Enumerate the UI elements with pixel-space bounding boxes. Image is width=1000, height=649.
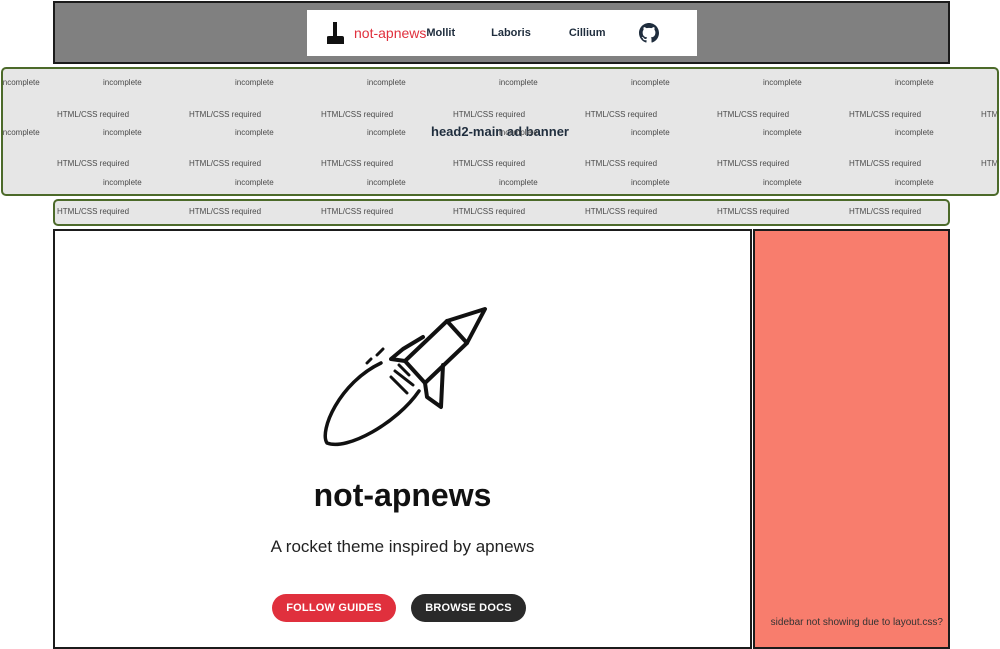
- ad-placeholder-text: HTML/CSS required: [585, 207, 658, 216]
- sidebar-note: sidebar not showing due to layout.css?: [770, 617, 943, 628]
- nav-link-mollit[interactable]: Mollit: [426, 27, 455, 39]
- ad-placeholder-text: HTML/CSS required: [57, 207, 130, 216]
- ad-placeholder-text: HTML/CSS required: [189, 159, 262, 168]
- site-header: not-apnews Mollit Laboris Cillium: [53, 1, 950, 64]
- ad-placeholder-text: HTML/CSS required: [321, 207, 394, 216]
- ad-placeholder-text: incomplete: [103, 128, 142, 137]
- nav-bar: not-apnews Mollit Laboris Cillium: [307, 10, 697, 56]
- ad-placeholder-text: incomplete: [499, 178, 538, 187]
- ad-placeholder-text: incomplete: [763, 178, 802, 187]
- ad-placeholder-text: incomplete: [763, 128, 802, 137]
- nav-link-laboris[interactable]: Laboris: [491, 27, 531, 39]
- ad-placeholder-text: HTML/CSS required: [981, 159, 999, 168]
- ad-placeholder-text: HTML/CSS required: [57, 159, 130, 168]
- rocket-illustration: [323, 307, 487, 447]
- ad-placeholder-text: HTML/CSS required: [321, 110, 394, 119]
- ad-placeholder-text: incomplete: [103, 178, 142, 187]
- ad-placeholder-text: incomplete: [499, 128, 538, 137]
- ad-placeholder-text: incomplete: [631, 178, 670, 187]
- ad-placeholder-text: incomplete: [367, 178, 406, 187]
- ad-placeholder-text: HTML/CSS required: [453, 110, 526, 119]
- ad-placeholder-text: HTML/CSS required: [717, 159, 790, 168]
- ad-placeholder-text: incomplete: [895, 128, 934, 137]
- ad-placeholder-text: incomplete: [367, 78, 406, 87]
- hero-title: not-apnews: [313, 477, 492, 513]
- github-icon[interactable]: [638, 23, 659, 43]
- ad-placeholder-text: HTML/CSS required: [849, 159, 922, 168]
- ad-placeholder-text: HTML/CSS required: [981, 110, 999, 119]
- ad-placeholder-text: HTML/CSS required: [453, 159, 526, 168]
- ad-placeholder-text: HTML/CSS required: [57, 110, 130, 119]
- hero-subtitle: A rocket theme inspired by apnews: [270, 537, 535, 556]
- ad-placeholder-text: incomplete: [763, 78, 802, 87]
- ad-placeholder-text: HTML/CSS required: [453, 207, 526, 216]
- ad-placeholder-text: HTML/CSS required: [189, 110, 262, 119]
- ad-placeholder-text: HTML/CSS required: [585, 159, 658, 168]
- ad-placeholder-text: HTML/CSS required: [585, 110, 658, 119]
- sidebar: sidebar not showing due to layout.css?: [753, 229, 950, 649]
- main-content: not-apnews A rocket theme inspired by ap…: [53, 229, 752, 649]
- ad-placeholder-text: HTML/CSS required: [189, 207, 262, 216]
- brand-link[interactable]: not-apnews: [327, 22, 426, 44]
- ad-placeholder-text: incomplete: [103, 78, 142, 87]
- ad-placeholder-text: HTML/CSS required: [849, 110, 922, 119]
- nav-link-cillium[interactable]: Cillium: [569, 27, 606, 39]
- ad-placeholder-text: incomplete: [1, 78, 40, 87]
- ad-placeholder-text: incomplete: [499, 78, 538, 87]
- boot-logo-icon: [327, 22, 344, 44]
- ad-placeholder-text: incomplete: [631, 128, 670, 137]
- main-ad-banner[interactable]: head2-main ad banner incomplete incomplet…: [1, 67, 999, 196]
- ad-placeholder-text: HTML/CSS required: [717, 110, 790, 119]
- ad-placeholder-text: HTML/CSS required: [717, 207, 790, 216]
- ad-placeholder-text: incomplete: [235, 78, 274, 87]
- ad-placeholder-text: incomplete: [235, 128, 274, 137]
- follow-guides-button[interactable]: FOLLOW GUIDES: [272, 594, 396, 622]
- ad-placeholder-text: incomplete: [235, 178, 274, 187]
- ad-placeholder-text: HTML/CSS required: [849, 207, 922, 216]
- ad-placeholder-text: incomplete: [367, 128, 406, 137]
- brand-name: not-apnews: [354, 25, 427, 41]
- ad-placeholder-text: HTML/CSS required: [321, 159, 394, 168]
- browse-docs-button[interactable]: BROWSE DOCS: [411, 594, 526, 622]
- ad-placeholder-text: incomplete: [1, 128, 40, 137]
- ad-placeholder-text: incomplete: [631, 78, 670, 87]
- ad-placeholder-text: incomplete: [895, 178, 934, 187]
- secondary-ad-strip[interactable]: HTML/CSS required HTML/CSS required HTML/C…: [53, 199, 950, 226]
- ad-placeholder-text: incomplete: [895, 78, 934, 87]
